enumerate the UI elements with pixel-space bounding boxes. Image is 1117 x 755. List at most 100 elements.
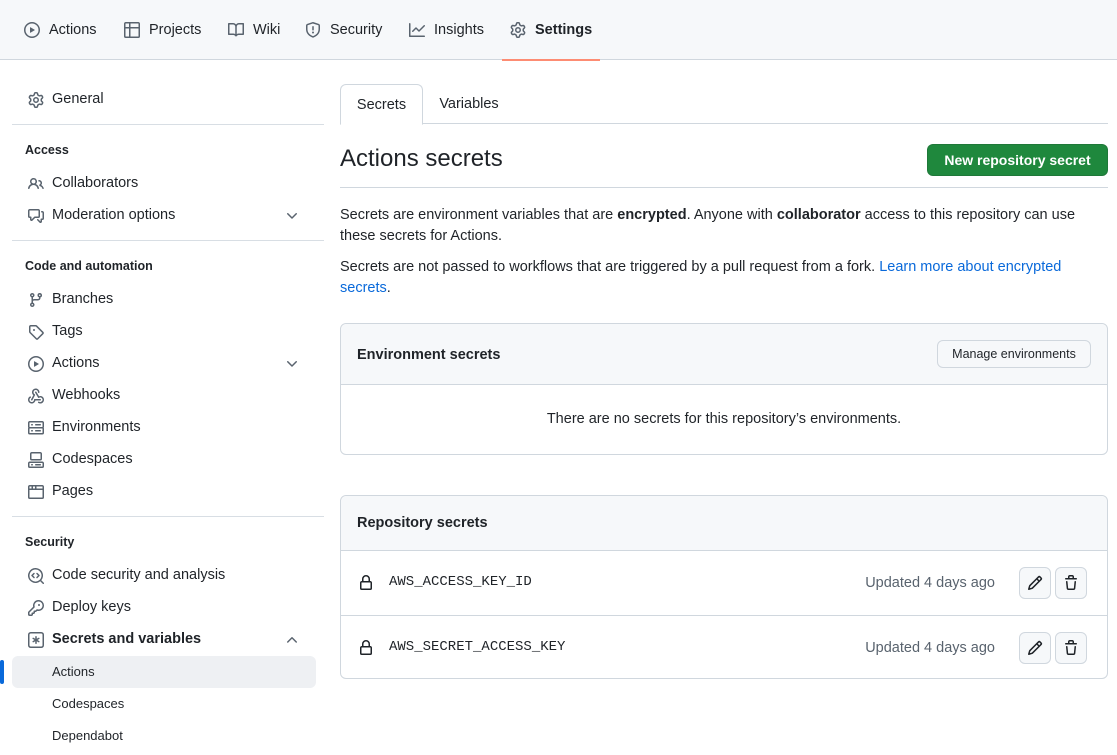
sidebar-item-webhooks[interactable]: Webhooks [12, 380, 316, 412]
sidebar-item-label: Pages [52, 483, 94, 499]
nav-settings-label: Settings [535, 22, 593, 38]
settings-sidebar: General Access Collaborators Moderation … [0, 60, 324, 755]
sidebar-item-environments[interactable]: Environments [12, 412, 316, 444]
nav-actions[interactable]: Actions [24, 0, 97, 60]
repo-nav: Actions Projects Wiki Security Insights … [0, 0, 1117, 61]
book-icon [228, 22, 244, 38]
sidebar-item-general[interactable]: General [12, 84, 316, 116]
sidebar-subitem-label: Dependabot [52, 728, 123, 743]
key-asterisk-icon [28, 632, 44, 648]
git-branch-icon [28, 292, 44, 308]
edit-secret-button[interactable] [1019, 567, 1051, 599]
repository-secrets-title: Repository secrets [357, 515, 488, 531]
sidebar-item-codespaces[interactable]: Codespaces [12, 444, 316, 476]
description-text: Secrets are environment variables that a… [340, 207, 618, 223]
trash-icon [1063, 640, 1079, 656]
delete-secret-button[interactable] [1055, 567, 1087, 599]
secrets-variables-tabs: Secrets Variables [340, 84, 1108, 125]
nav-projects-label: Projects [149, 22, 202, 38]
sidebar-divider [12, 516, 324, 517]
sidebar-item-tags[interactable]: Tags [12, 316, 316, 348]
sidebar-item-label: Collaborators [52, 175, 139, 191]
pencil-icon [1027, 575, 1043, 591]
page-title: Actions secrets [340, 145, 503, 172]
sidebar-item-secrets-and-variables[interactable]: Secrets and variables [12, 624, 316, 656]
nav-settings[interactable]: Settings [501, 0, 601, 61]
trash-icon [1063, 575, 1079, 591]
nav-security[interactable]: Security [305, 0, 382, 60]
nav-projects[interactable]: Projects [124, 0, 201, 60]
sidebar-item-code-security[interactable]: Code security and analysis [12, 560, 316, 592]
sidebar-item-label: Moderation options [52, 207, 176, 223]
nav-actions-label: Actions [49, 22, 97, 38]
tab-variables[interactable]: Variables [423, 84, 515, 124]
sidebar-subitem-label: Actions [52, 664, 95, 679]
nav-wiki-label: Wiki [253, 22, 281, 38]
secret-name: AWS_ACCESS_KEY_ID [389, 574, 532, 590]
sidebar-subitem-actions[interactable]: Actions [0, 656, 316, 688]
sidebar-item-branches[interactable]: Branches [12, 284, 316, 316]
people-icon [28, 176, 44, 192]
section-heading-security: Security [25, 535, 75, 549]
comment-discussion-icon [28, 208, 44, 224]
fork-note-text: Secrets are not passed to workflows that… [340, 259, 880, 275]
nav-security-label: Security [330, 22, 383, 38]
sidebar-item-collaborators[interactable]: Collaborators [12, 168, 316, 200]
sidebar-subitem-dependabot[interactable]: Dependabot [12, 720, 316, 752]
gear-icon [510, 22, 526, 38]
sidebar-item-deploy-keys[interactable]: Deploy keys [12, 592, 316, 624]
sidebar-item-label: Tags [52, 323, 83, 339]
edit-secret-button[interactable] [1019, 632, 1051, 664]
secret-row: AWS_SECRET_ACCESS_KEY Updated 4 days ago [341, 615, 1107, 679]
delete-secret-button[interactable] [1055, 632, 1087, 664]
manage-environments-button[interactable]: Manage environments [937, 340, 1091, 368]
play-icon [24, 22, 40, 38]
sidebar-item-actions[interactable]: Actions [12, 348, 316, 380]
environment-secrets-box: Environment secrets Manage environments … [340, 323, 1108, 455]
codescan-icon [28, 568, 44, 584]
sidebar-divider [12, 240, 324, 241]
nav-wiki[interactable]: Wiki [228, 0, 280, 60]
description-text: . Anyone with [686, 207, 777, 223]
sidebar-item-label: General [52, 91, 104, 107]
chevron-down-icon [284, 356, 300, 372]
section-heading-access: Access [25, 143, 69, 157]
nav-insights[interactable]: Insights [409, 0, 484, 60]
repository-secrets-header: Repository secrets [341, 496, 1107, 551]
sidebar-item-label: Branches [52, 291, 114, 307]
lock-icon [358, 575, 374, 591]
secret-name: AWS_SECRET_ACCESS_KEY [389, 639, 566, 655]
sidebar-item-label: Deploy keys [52, 599, 131, 615]
secret-updated: Updated 4 days ago [865, 640, 995, 656]
secrets-description: Secrets are environment variables that a… [340, 205, 1080, 247]
secrets-list: AWS_ACCESS_KEY_ID Updated 4 days ago AWS… [341, 551, 1107, 679]
webhook-icon [28, 388, 44, 404]
tab-secrets[interactable]: Secrets [340, 84, 423, 125]
lock-icon [358, 640, 374, 656]
section-heading-code: Code and automation [25, 259, 153, 273]
sidebar-divider [12, 124, 324, 125]
sidebar-subitem-codespaces[interactable]: Codespaces [12, 688, 316, 720]
play-icon [28, 356, 44, 372]
tag-icon [28, 324, 44, 340]
repository-secrets-box: Repository secrets AWS_ACCESS_KEY_ID Upd… [340, 495, 1108, 679]
environment-secrets-header: Environment secrets Manage environments [341, 324, 1107, 385]
server-icon [28, 420, 44, 436]
environment-secrets-title: Environment secrets [357, 347, 501, 363]
sidebar-item-pages[interactable]: Pages [12, 476, 316, 508]
graph-icon [409, 22, 425, 38]
sidebar-item-label: Webhooks [52, 387, 121, 403]
browser-icon [28, 484, 44, 500]
environment-secrets-empty: There are no secrets for this repository… [546, 411, 902, 427]
sidebar-item-moderation[interactable]: Moderation options [12, 200, 316, 232]
shield-icon [305, 22, 321, 38]
secret-updated: Updated 4 days ago [865, 575, 995, 591]
new-repository-secret-button[interactable]: New repository secret [927, 144, 1108, 176]
sidebar-item-label: Secrets and variables [52, 631, 202, 647]
sidebar-item-label: Environments [52, 419, 141, 435]
fork-note-end: . [386, 280, 391, 296]
table-icon [124, 22, 140, 38]
fork-note: Secrets are not passed to workflows that… [340, 257, 1080, 299]
codespaces-icon [28, 452, 44, 468]
gear-icon [28, 92, 44, 108]
